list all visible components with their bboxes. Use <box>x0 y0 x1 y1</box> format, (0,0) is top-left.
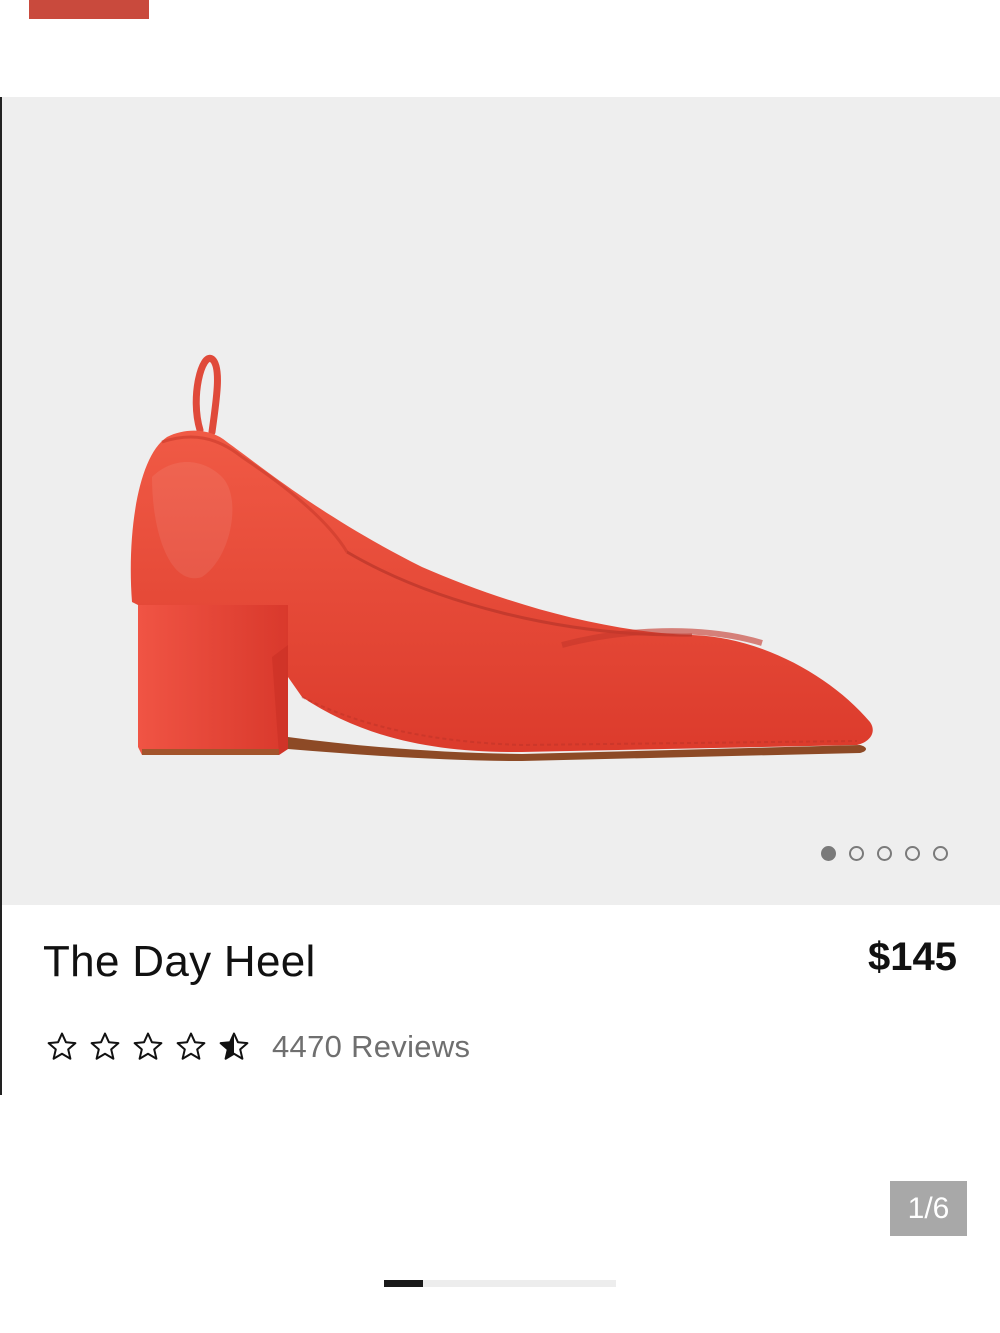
product-price: $145 <box>868 935 957 979</box>
rating-row[interactable]: 4470 Reviews <box>46 1029 470 1065</box>
star-icon <box>176 1032 206 1060</box>
star-icon <box>90 1032 120 1060</box>
red-heel-shoe-image <box>130 354 873 761</box>
carousel-dot[interactable] <box>933 846 948 861</box>
gallery-progress-fill <box>384 1280 423 1287</box>
half-star-icon <box>219 1032 249 1060</box>
carousel-dot[interactable] <box>877 846 892 861</box>
star-icon <box>47 1032 77 1060</box>
gallery-progress-track <box>384 1280 616 1287</box>
top-accent-bar <box>29 0 149 19</box>
product-title[interactable]: The Day Heel <box>43 937 316 987</box>
carousel-dot[interactable] <box>821 846 836 861</box>
product-card[interactable]: The Day Heel $145 4470 Reviews <box>0 97 1000 1097</box>
star-icon <box>133 1032 163 1060</box>
image-counter: 1/6 <box>890 1181 967 1236</box>
product-image-carousel[interactable] <box>2 97 1000 905</box>
star-rating <box>46 1031 250 1063</box>
reviews-count[interactable]: 4470 Reviews <box>272 1029 470 1065</box>
carousel-dot[interactable] <box>905 846 920 861</box>
carousel-dot[interactable] <box>849 846 864 861</box>
carousel-dots <box>821 846 948 861</box>
